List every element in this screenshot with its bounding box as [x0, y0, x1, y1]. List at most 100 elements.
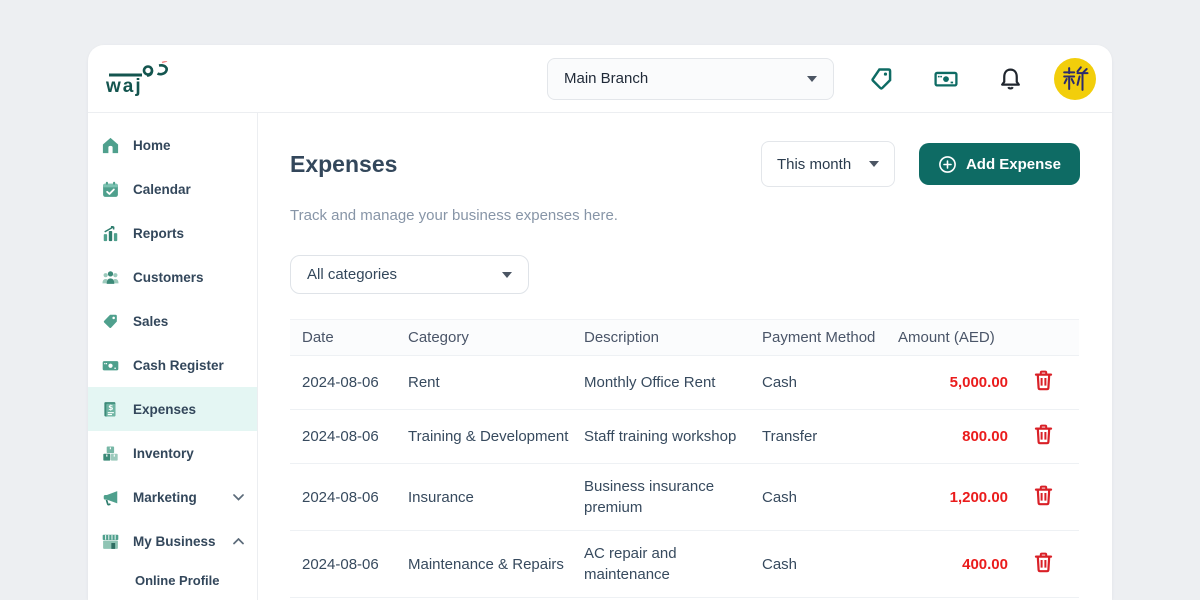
table-row: 2024-08-06Maintenance & RepairsAC repair…	[290, 531, 1079, 598]
sales-tag-icon	[101, 312, 120, 331]
sidebar-item-cash-register[interactable]: Cash Register	[88, 343, 257, 387]
marketing-icon	[101, 488, 120, 507]
page-title: Expenses	[290, 151, 397, 178]
main-content: Expenses This month Add Expense	[258, 113, 1112, 600]
chevron-up-icon	[233, 538, 244, 545]
sidebar: Home Calendar	[88, 113, 258, 600]
app-root: waj Main Branch	[0, 0, 1200, 600]
branch-selector-value: Main Branch	[564, 70, 648, 87]
sidebar-item-label: Reports	[133, 226, 184, 241]
sidebar-item-label: Marketing	[133, 490, 197, 505]
svg-text:$: $	[108, 402, 113, 411]
cell-payment: Transfer	[762, 410, 898, 464]
brand-logo[interactable]: waj	[102, 61, 172, 96]
sidebar-item-label: Cash Register	[133, 358, 224, 373]
cell-date: 2024-08-06	[290, 356, 408, 410]
avatar[interactable]	[1054, 58, 1096, 100]
cell-payment: Cash	[762, 356, 898, 410]
add-expense-label: Add Expense	[966, 156, 1061, 173]
tag-icon[interactable]	[864, 61, 900, 97]
logo-wordmark: waj	[106, 77, 143, 96]
cell-description: Staff training workshop	[584, 410, 762, 464]
calendar-icon	[101, 180, 120, 199]
cash-register-icon	[101, 356, 120, 375]
topbar-right: Main Branch	[547, 58, 1096, 100]
period-filter-select[interactable]: This month	[761, 141, 895, 187]
sidebar-item-label: My Business	[133, 534, 216, 549]
banknote-icon[interactable]	[928, 61, 964, 97]
customers-icon	[101, 268, 120, 287]
sidebar-item-sales[interactable]: Sales	[88, 299, 257, 343]
home-icon	[101, 136, 120, 155]
sidebar-item-customers[interactable]: Customers	[88, 255, 257, 299]
delete-expense-button[interactable]	[1032, 550, 1055, 575]
delete-expense-button[interactable]	[1032, 483, 1055, 508]
delete-expense-button[interactable]	[1032, 368, 1055, 393]
head-controls: This month Add Expense	[761, 141, 1080, 187]
col-header-date: Date	[290, 320, 408, 356]
category-filter-value: All categories	[307, 266, 397, 283]
sidebar-item-expenses[interactable]: $ Expenses	[88, 387, 257, 431]
chevron-down-icon	[807, 76, 817, 82]
cell-description: Business insurance premium	[584, 464, 762, 531]
sidebar-item-home[interactable]: Home	[88, 123, 257, 167]
bell-icon[interactable]	[992, 61, 1028, 97]
avatar-cjk-glyph	[1060, 64, 1090, 94]
reports-icon	[101, 224, 120, 243]
sidebar-item-label: Sales	[133, 314, 168, 329]
app-card: waj Main Branch	[88, 45, 1112, 600]
cell-amount: 800.00	[898, 410, 1008, 464]
sidebar-item-marketing[interactable]: Marketing	[88, 475, 257, 519]
sidebar-item-inventory[interactable]: Inventory	[88, 431, 257, 475]
table-row: 2024-08-06Training & DevelopmentStaff tr…	[290, 410, 1079, 464]
cell-amount: 400.00	[898, 531, 1008, 598]
col-header-payment: Payment Method	[762, 320, 898, 356]
category-filter-select[interactable]: All categories	[290, 255, 529, 294]
sidebar-item-label: Expenses	[133, 402, 196, 417]
expenses-icon: $	[101, 400, 120, 419]
sidebar-subitem-online-profile[interactable]: Online Profile	[88, 563, 257, 597]
add-expense-button[interactable]: Add Expense	[919, 143, 1080, 185]
cell-category: Maintenance & Repairs	[408, 531, 584, 598]
sidebar-item-label: Home	[133, 138, 171, 153]
trash-icon	[1034, 485, 1053, 506]
cell-category: Insurance	[408, 464, 584, 531]
table-header-row: Date Category Description Payment Method…	[290, 320, 1079, 356]
cell-amount: 5,000.00	[898, 356, 1008, 410]
cell-date: 2024-08-06	[290, 410, 408, 464]
page-head: Expenses This month Add Expense	[290, 141, 1080, 187]
sidebar-item-label: Inventory	[133, 446, 194, 461]
col-header-amount: Amount (AED)	[898, 320, 1008, 356]
branch-selector[interactable]: Main Branch	[547, 58, 834, 100]
col-header-description: Description	[584, 320, 762, 356]
sidebar-item-calendar[interactable]: Calendar	[88, 167, 257, 211]
expenses-table: Date Category Description Payment Method…	[290, 319, 1079, 598]
cell-amount: 1,200.00	[898, 464, 1008, 531]
trash-icon	[1034, 424, 1053, 445]
sidebar-item-my-business[interactable]: My Business	[88, 519, 257, 563]
sidebar-item-label: Customers	[133, 270, 204, 285]
cell-payment: Cash	[762, 464, 898, 531]
cell-description: AC repair and maintenance	[584, 531, 762, 598]
cell-date: 2024-08-06	[290, 464, 408, 531]
delete-expense-button[interactable]	[1032, 422, 1055, 447]
topbar: waj Main Branch	[88, 45, 1112, 113]
chevron-down-icon	[502, 272, 512, 278]
chevron-down-icon	[233, 494, 244, 501]
cell-category: Rent	[408, 356, 584, 410]
sidebar-item-reports[interactable]: Reports	[88, 211, 257, 255]
plus-circle-icon	[938, 155, 957, 174]
trash-icon	[1034, 370, 1053, 391]
cell-payment: Cash	[762, 531, 898, 598]
cell-category: Training & Development	[408, 410, 584, 464]
inventory-icon	[101, 444, 120, 463]
cell-description: Monthly Office Rent	[584, 356, 762, 410]
sidebar-item-label: Calendar	[133, 182, 191, 197]
sidebar-subitem-label: Online Profile	[135, 573, 220, 588]
body-row: Home Calendar	[88, 113, 1112, 600]
trash-icon	[1034, 552, 1053, 573]
table-row: 2024-08-06InsuranceBusiness insurance pr…	[290, 464, 1079, 531]
chevron-down-icon	[869, 161, 879, 167]
store-icon	[101, 532, 120, 551]
table-row: 2024-08-06RentMonthly Office RentCash5,0…	[290, 356, 1079, 410]
